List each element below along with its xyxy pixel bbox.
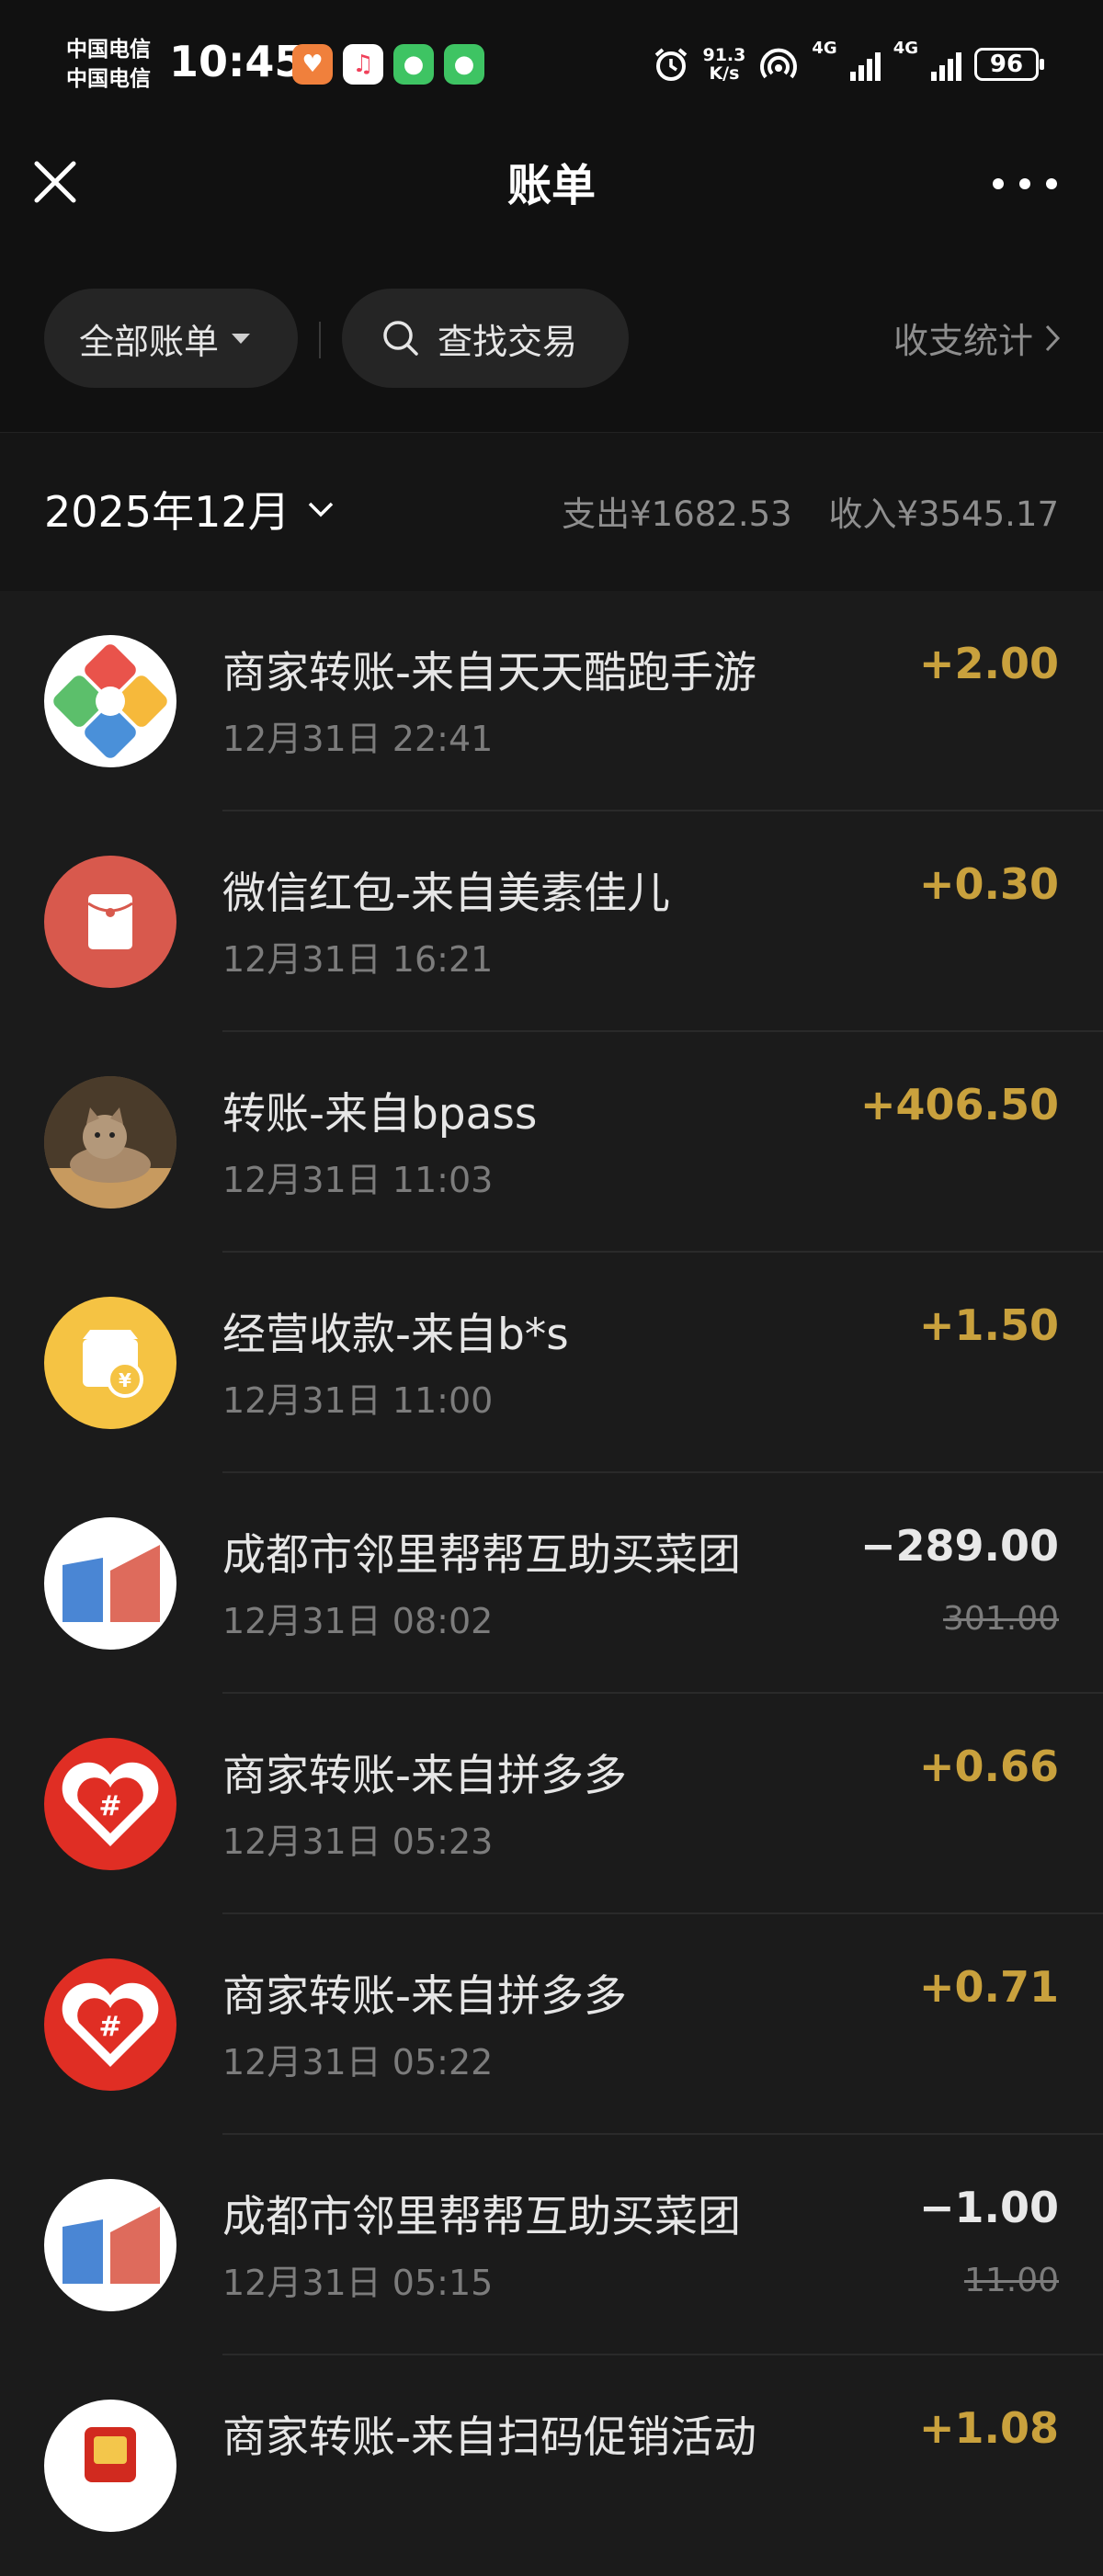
transaction-title: 微信红包-来自美素佳儿 xyxy=(222,868,670,919)
income-expense-stats-link[interactable]: 收支统计 xyxy=(893,312,1061,363)
transaction-title: 商家转账-来自天天酷跑手游 xyxy=(222,648,756,698)
svg-text:¥: ¥ xyxy=(119,1369,131,1391)
tiantian-kupao-logo-icon xyxy=(44,635,176,767)
expense-summary: 支出¥1682.53 xyxy=(562,494,792,534)
network-type-1: 4G xyxy=(812,39,837,58)
hotspot-icon xyxy=(760,48,798,79)
transaction-row[interactable]: # 商家转账-来自拼多多 12月31日 05:23 +0.66 xyxy=(0,1694,1103,1914)
search-icon xyxy=(383,321,418,356)
signal-icon-2 xyxy=(931,48,961,81)
pinduoduo-logo-icon: # xyxy=(44,1738,176,1870)
transaction-time: 12月31日 11:03 xyxy=(222,1160,494,1200)
transaction-time: 12月31日 16:21 xyxy=(222,939,494,980)
filter-bar: 全部账单 查找交易 收支统计 xyxy=(0,267,1103,432)
battery-icon: 96 xyxy=(974,48,1044,81)
transaction-amount: +1.08 xyxy=(918,2403,1059,2453)
wechat-notification-icon: ● xyxy=(393,44,434,85)
transaction-title: 转账-来自bpass xyxy=(222,1089,538,1140)
shop-receipt-icon: ¥ xyxy=(44,1297,176,1429)
transaction-title: 商家转账-来自拼多多 xyxy=(222,1971,627,2022)
transaction-title: 经营收款-来自b*s xyxy=(222,1310,569,1360)
pinduoduo-logo-icon: # xyxy=(44,1958,176,2091)
transaction-amount: −289.00 xyxy=(859,1521,1059,1571)
status-bar: 中国电信 中国电信 10:45 ♥ ♫ ● ● 91.3 K/s 4G 4G 9… xyxy=(0,0,1103,129)
transaction-amount: +406.50 xyxy=(859,1080,1059,1129)
more-dot-icon xyxy=(1019,178,1030,189)
transaction-amount: +2.00 xyxy=(918,639,1059,688)
alarm-icon xyxy=(655,48,688,81)
stats-label: 收支统计 xyxy=(893,321,1033,361)
page-title: 账单 xyxy=(506,160,596,211)
transaction-title: 商家转账-来自扫码促销活动 xyxy=(222,2412,756,2463)
red-packet-icon xyxy=(44,856,176,988)
transaction-row[interactable]: 成都市邻里帮帮互助买菜团 12月31日 08:02 −289.00 301.00 xyxy=(0,1473,1103,1694)
svg-text:#: # xyxy=(98,1790,121,1822)
transaction-row[interactable]: ¥ 经营收款-来自b*s 12月31日 11:00 +1.50 xyxy=(0,1253,1103,1473)
month-summary: 支出¥1682.53 收入¥3545.17 xyxy=(536,486,1059,536)
all-bills-dropdown[interactable]: 全部账单 xyxy=(44,289,298,388)
svg-text:#: # xyxy=(98,2011,121,2043)
chevron-down-icon xyxy=(308,502,333,517)
music-app-icon: ♫ xyxy=(343,44,383,85)
merchant-book-logo-icon xyxy=(44,2179,176,2311)
more-dot-icon xyxy=(993,178,1004,189)
transaction-time: 12月31日 11:00 xyxy=(222,1380,494,1421)
signal-icon-1 xyxy=(849,48,881,81)
chevron-right-icon xyxy=(1045,324,1061,351)
carrier-labels: 中国电信 中国电信 xyxy=(66,35,151,94)
transaction-time: 12月31日 05:22 xyxy=(222,2042,494,2082)
merchant-book-logo-icon xyxy=(44,1517,176,1650)
month-header: 2025年12月 支出¥1682.53 收入¥3545.17 xyxy=(0,432,1103,591)
more-dot-icon xyxy=(1046,178,1057,189)
transaction-list: 商家转账-来自天天酷跑手游 12月31日 22:41 +2.00 微信红包-来自… xyxy=(0,591,1103,2576)
transaction-time: 12月31日 22:41 xyxy=(222,719,494,759)
income-summary: 收入¥3545.17 xyxy=(828,494,1059,534)
transaction-amount: −1.00 xyxy=(918,2183,1059,2232)
wechat-notification-icon-2: ● xyxy=(444,44,484,85)
transaction-title: 成都市邻里帮帮互助买菜团 xyxy=(222,2192,741,2242)
transaction-amount: +0.30 xyxy=(918,859,1059,909)
network-type-2: 4G xyxy=(893,39,918,58)
transaction-amount: +1.50 xyxy=(918,1300,1059,1350)
original-amount: 301.00 xyxy=(943,1600,1059,1638)
caret-down-icon xyxy=(232,333,251,344)
month-label: 2025年12月 xyxy=(44,487,290,537)
more-button[interactable] xyxy=(993,165,1057,202)
month-picker[interactable]: 2025年12月 xyxy=(44,479,335,539)
transaction-time: 12月31日 05:23 xyxy=(222,1821,494,1862)
cat-avatar-icon xyxy=(44,1076,176,1209)
transaction-title: 成都市邻里帮帮互助买菜团 xyxy=(222,1530,741,1581)
transaction-row[interactable]: 成都市邻里帮帮互助买菜团 12月31日 05:15 −1.00 11.00 xyxy=(0,2135,1103,2355)
carrier-1: 中国电信 xyxy=(66,38,151,62)
transaction-amount: +0.66 xyxy=(918,1742,1059,1791)
transaction-time: 12月31日 05:15 xyxy=(222,2263,494,2303)
original-amount: 11.00 xyxy=(963,2262,1059,2299)
all-bills-label: 全部账单 xyxy=(79,321,220,362)
search-label: 查找交易 xyxy=(438,321,578,362)
transaction-time: 12月31日 08:02 xyxy=(222,1601,494,1641)
search-transactions-button[interactable]: 查找交易 xyxy=(342,289,629,388)
transaction-title: 商家转账-来自拼多多 xyxy=(222,1751,627,1801)
carrier-2: 中国电信 xyxy=(66,67,151,91)
heart-app-icon: ♥ xyxy=(292,44,333,85)
transaction-amount: +0.71 xyxy=(918,1962,1059,2012)
transaction-row[interactable]: 转账-来自bpass 12月31日 11:03 +406.50 xyxy=(0,1032,1103,1253)
transaction-row[interactable]: # 商家转账-来自拼多多 12月31日 05:22 +0.71 xyxy=(0,1914,1103,2135)
transaction-row[interactable]: 商家转账-来自扫码促销活动 +1.08 xyxy=(0,2355,1103,2576)
nav-bar: 账单 xyxy=(0,129,1103,267)
filter-divider xyxy=(319,322,321,358)
net-speed: 91.3 K/s xyxy=(702,45,746,84)
transaction-row[interactable]: 微信红包-来自美素佳儿 12月31日 16:21 +0.30 xyxy=(0,811,1103,1032)
promo-logo-icon xyxy=(44,2400,176,2532)
transaction-row[interactable]: 商家转账-来自天天酷跑手游 12月31日 22:41 +2.00 xyxy=(0,591,1103,811)
status-clock: 10:45 xyxy=(169,37,304,86)
status-right: 91.3 K/s 4G 4G 96 xyxy=(653,39,1044,90)
